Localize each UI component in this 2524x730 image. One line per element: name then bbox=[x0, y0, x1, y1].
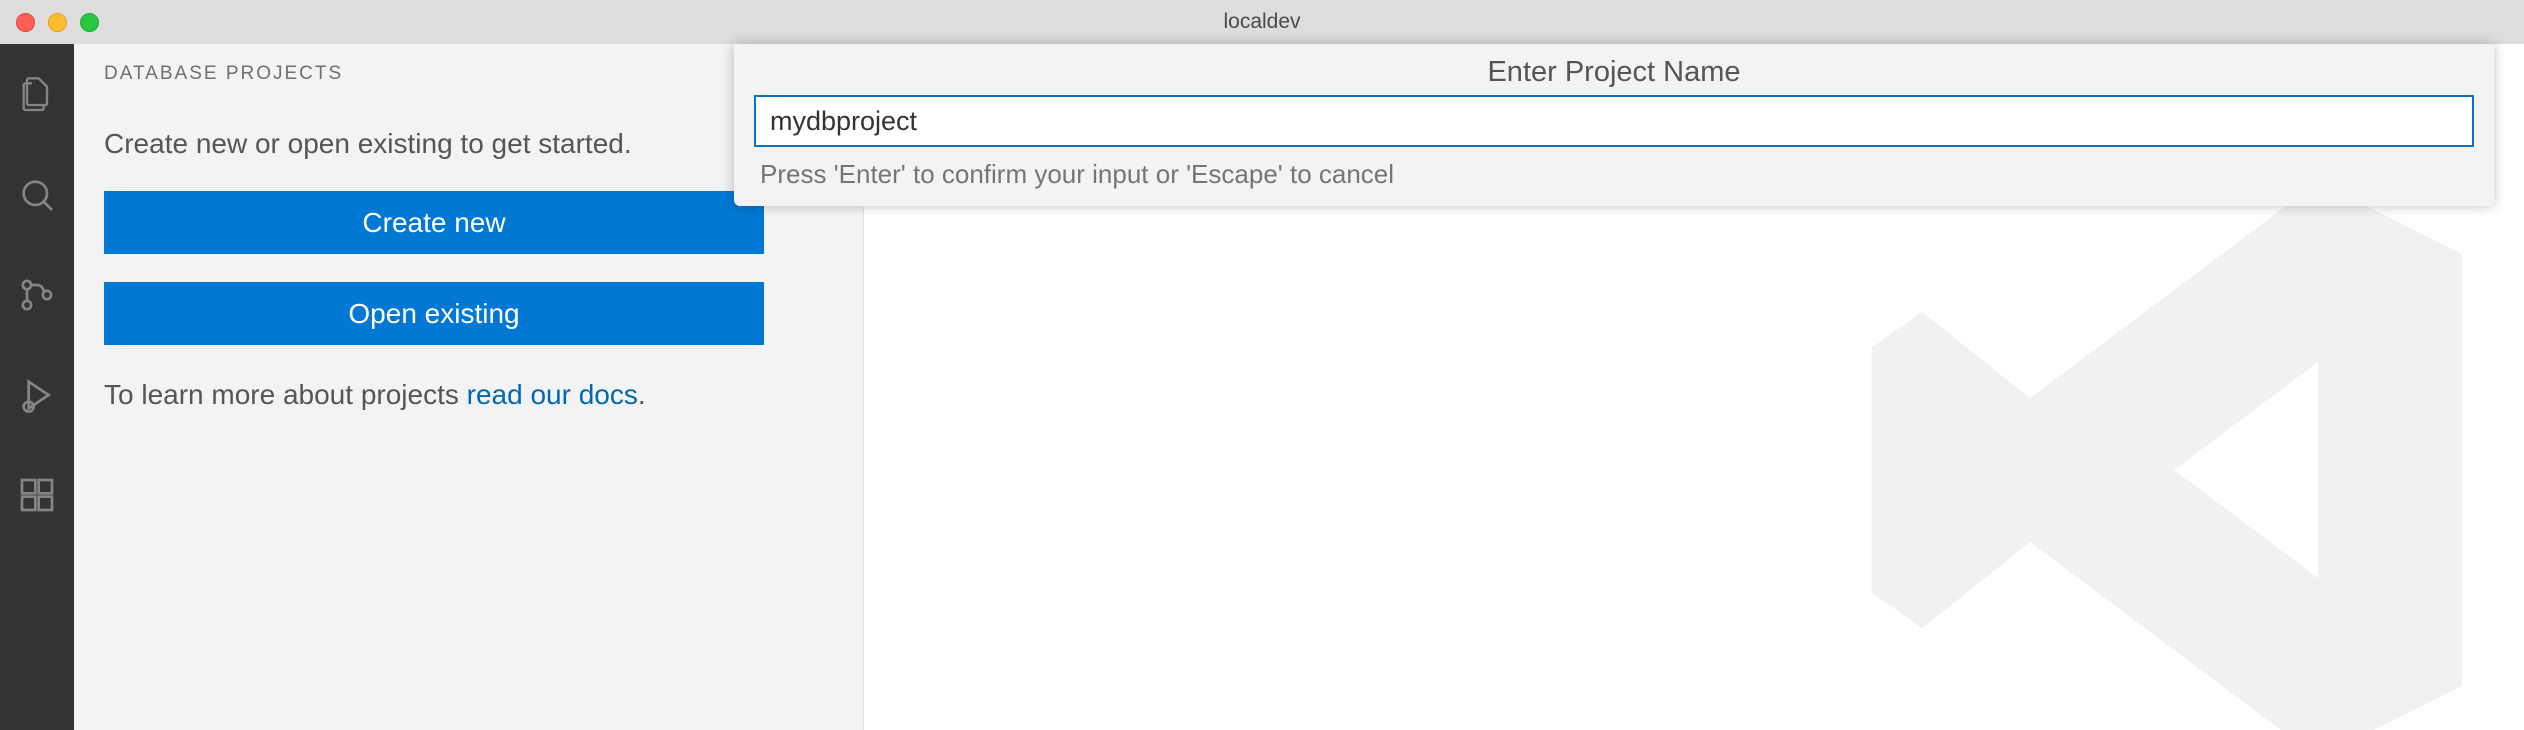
quick-input-hint: Press 'Enter' to confirm your input or '… bbox=[734, 155, 2494, 206]
titlebar: localdev bbox=[0, 0, 2524, 44]
activity-run-debug[interactable] bbox=[0, 358, 74, 432]
activity-search[interactable] bbox=[0, 158, 74, 232]
activity-explorer[interactable] bbox=[0, 58, 74, 132]
close-window-icon[interactable] bbox=[16, 13, 35, 32]
window-title: localdev bbox=[1223, 10, 1300, 34]
extensions-icon bbox=[17, 475, 57, 515]
minimize-window-icon[interactable] bbox=[48, 13, 67, 32]
maximize-window-icon[interactable] bbox=[80, 13, 99, 32]
project-name-input[interactable] bbox=[754, 95, 2474, 147]
intro-text: Create new or open existing to get start… bbox=[104, 124, 833, 163]
activity-source-control[interactable] bbox=[0, 258, 74, 332]
read-docs-link[interactable]: read our docs bbox=[467, 379, 638, 410]
learn-suffix: . bbox=[638, 379, 646, 410]
side-panel-title: DATABASE PROJECTS bbox=[104, 63, 751, 85]
open-existing-button[interactable]: Open existing bbox=[104, 282, 764, 345]
window-controls bbox=[0, 13, 99, 32]
run-debug-icon bbox=[17, 375, 57, 415]
files-icon bbox=[17, 75, 57, 115]
quick-input: Enter Project Name Press 'Enter' to conf… bbox=[734, 44, 2494, 206]
activity-bar bbox=[0, 44, 74, 730]
search-icon bbox=[17, 175, 57, 215]
learn-more-text: To learn more about projects read our do… bbox=[104, 375, 833, 416]
learn-prefix: To learn more about projects bbox=[104, 379, 467, 410]
create-new-button[interactable]: Create new bbox=[104, 191, 764, 254]
activity-extensions[interactable] bbox=[0, 458, 74, 532]
source-control-icon bbox=[17, 275, 57, 315]
quick-input-title: Enter Project Name bbox=[734, 44, 2494, 95]
